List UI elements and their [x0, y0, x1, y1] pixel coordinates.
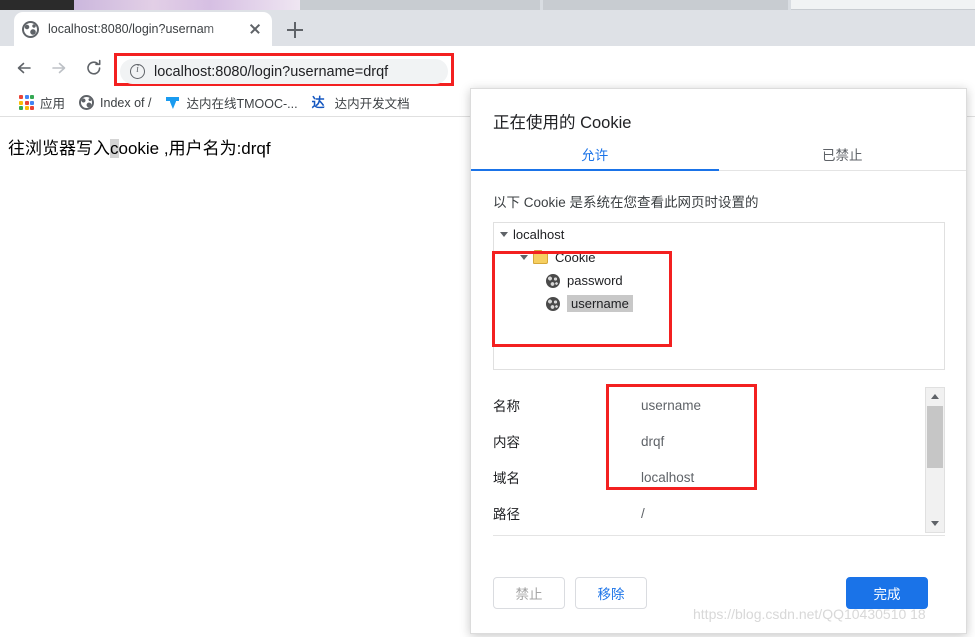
cookie-tree: localhost Cookie password username: [493, 222, 945, 370]
tree-node-localhost[interactable]: localhost: [494, 223, 944, 246]
folder-icon: [533, 252, 548, 264]
tree-item-username[interactable]: username: [494, 292, 944, 315]
bookmark-index-of[interactable]: Index of /: [72, 91, 158, 115]
bookmark-label: 达内在线TMOOC-...: [186, 93, 297, 112]
scroll-down-icon[interactable]: [926, 515, 944, 532]
close-icon[interactable]: [246, 20, 264, 38]
background-window-segment: [300, 0, 540, 10]
detail-key: 内容: [493, 431, 641, 451]
bookmark-tmooc[interactable]: 达内在线TMOOC-...: [158, 91, 304, 115]
detail-key: 路径: [493, 503, 641, 523]
details-scrollbar[interactable]: [925, 387, 945, 533]
globe-icon: [22, 21, 39, 38]
tree-node-cookie-folder[interactable]: Cookie: [494, 246, 944, 269]
dialog-title: 正在使用的 Cookie: [493, 109, 631, 133]
detail-value: /: [641, 506, 645, 521]
detail-row-domain: 域名 localhost: [493, 459, 921, 495]
cookie-icon: [546, 297, 560, 311]
scroll-up-icon[interactable]: [926, 388, 944, 405]
bookmark-label: 达内开发文档: [335, 93, 410, 112]
done-button[interactable]: 完成: [846, 577, 928, 609]
reload-icon[interactable]: [84, 58, 104, 78]
tree-item-password[interactable]: password: [494, 269, 944, 292]
browser-window: localhost:8080/login?usernam localhos: [0, 0, 975, 637]
background-window-segment: [543, 0, 788, 10]
detail-value: localhost: [641, 470, 694, 485]
tree-item-label: username: [567, 295, 633, 312]
address-bar[interactable]: localhost:8080/login?username=drqf: [120, 59, 448, 84]
scrollbar-thumb[interactable]: [927, 406, 943, 468]
tmooc-icon: [165, 95, 180, 110]
da-icon: 达: [312, 95, 329, 110]
new-tab-button[interactable]: [284, 19, 306, 41]
background-window-strip: [0, 0, 975, 10]
background-window-dark: [0, 0, 74, 10]
bookmark-apps[interactable]: 应用: [12, 91, 72, 115]
detail-value: username: [641, 398, 701, 413]
dialog-subtitle: 以下 Cookie 是系统在您查看此网页时设置的: [493, 191, 759, 211]
cookie-icon: [546, 274, 560, 288]
tree-node-label: Cookie: [555, 250, 595, 265]
detail-row-content: 内容 drqf: [493, 423, 921, 459]
background-window-purple: [74, 0, 300, 10]
dialog-tabs: 允许 已禁止: [471, 141, 966, 171]
detail-rows: 名称 username 内容 drqf 域名 localhost 路径 /: [493, 387, 921, 531]
back-arrow-icon[interactable]: [14, 58, 34, 78]
info-icon[interactable]: [130, 64, 145, 79]
cookies-in-use-dialog: 正在使用的 Cookie 允许 已禁止 以下 Cookie 是系统在您查看此网页…: [470, 88, 967, 634]
caret-down-icon[interactable]: [520, 255, 528, 260]
detail-key: 域名: [493, 467, 641, 487]
address-bar-text: localhost:8080/login?username=drqf: [154, 64, 388, 80]
background-window-light: [791, 0, 975, 9]
details-divider: [493, 535, 945, 536]
detail-key: 名称: [493, 395, 641, 415]
bookmark-label: 应用: [40, 93, 65, 112]
tab-strip: localhost:8080/login?usernam: [0, 10, 975, 46]
dialog-footer: 禁止 移除 完成 https://blog.csdn.net/QQ1043051…: [471, 559, 966, 633]
detail-row-name: 名称 username: [493, 387, 921, 423]
tree-node-label: localhost: [513, 227, 564, 242]
detail-row-path: 路径 /: [493, 495, 921, 531]
tab-title: localhost:8080/login?usernam: [48, 22, 242, 36]
caret-down-icon[interactable]: [500, 232, 508, 237]
tab-allowed[interactable]: 允许: [471, 141, 719, 170]
bookmark-dev-docs[interactable]: 达 达内开发文档: [305, 91, 417, 115]
apps-grid-icon: [19, 95, 34, 110]
page-text-after: ookie ,用户名为:drqf: [119, 139, 271, 158]
page-text-before: 往浏览器写入: [8, 139, 110, 158]
watermark: https://blog.csdn.net/QQ10430510 18: [693, 606, 926, 622]
block-button[interactable]: 禁止: [493, 577, 565, 609]
remove-button[interactable]: 移除: [575, 577, 647, 609]
page-text-selection: c: [110, 139, 119, 158]
tab-blocked[interactable]: 已禁止: [719, 141, 967, 170]
globe-icon: [79, 95, 94, 110]
page-body-text: 往浏览器写入cookie ,用户名为:drqf: [8, 134, 271, 159]
forward-arrow-icon: [49, 58, 69, 78]
tree-item-label: password: [567, 273, 623, 288]
bookmark-label: Index of /: [100, 96, 151, 110]
browser-tab[interactable]: localhost:8080/login?usernam: [14, 12, 272, 46]
detail-value: drqf: [641, 434, 664, 449]
url-bar-annotation: localhost:8080/login?username=drqf: [114, 53, 454, 86]
